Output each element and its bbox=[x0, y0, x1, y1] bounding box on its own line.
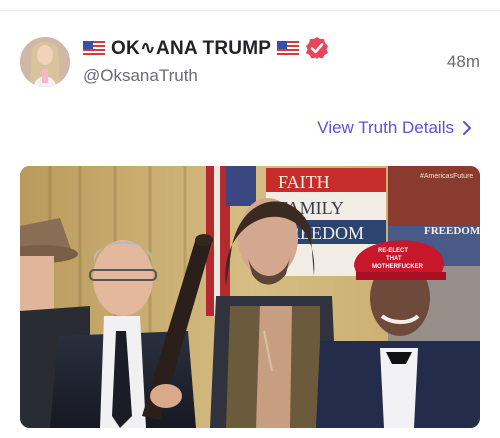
verified-badge-icon bbox=[306, 37, 329, 59]
user-handle[interactable]: @OksanaTruth bbox=[83, 66, 198, 86]
cap-text-line-3: MOTHERFUCKER bbox=[372, 264, 424, 270]
banner-freedom-text: FREEDOM bbox=[424, 225, 480, 237]
chevron-right-icon bbox=[463, 121, 471, 135]
top-divider bbox=[0, 10, 500, 11]
view-truth-details-link[interactable]: View Truth Details bbox=[317, 118, 472, 138]
us-flag-icon bbox=[277, 40, 300, 56]
sign-word-faith: FAITH bbox=[278, 172, 330, 192]
us-flag-icon bbox=[83, 40, 105, 56]
post-image[interactable]: FAITH FAMILY FREEDOM #AmericasFuture FRE… bbox=[20, 166, 480, 428]
banner-corner-text: #AmericasFuture bbox=[420, 173, 473, 180]
cap-text-line-1: RE-ELECT bbox=[378, 248, 408, 254]
post-timestamp: 48m bbox=[446, 52, 480, 71]
avatar[interactable] bbox=[20, 37, 70, 87]
view-truth-details-label: View Truth Details bbox=[317, 118, 454, 137]
cap-text-line-2: THAT bbox=[386, 256, 402, 262]
display-name[interactable]: OK∿ANA TRUMP bbox=[111, 37, 271, 60]
display-name-row: OK∿ANA TRUMP bbox=[83, 35, 329, 61]
